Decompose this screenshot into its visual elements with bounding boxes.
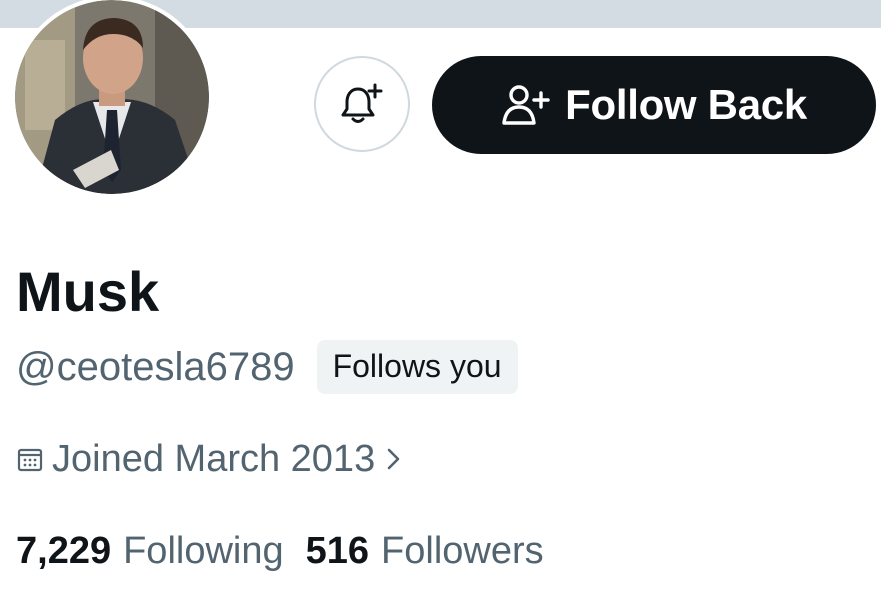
followers-link[interactable]: 516 Followers [306, 532, 544, 570]
bell-plus-icon [341, 83, 383, 123]
avatar[interactable] [11, 0, 213, 198]
follow-stats: 7,229 Following 516 Followers [16, 532, 544, 570]
follow-back-button[interactable]: Follow Back [432, 56, 876, 154]
avatar-photo [15, 0, 209, 194]
display-name: Musk [16, 260, 160, 323]
handle-row: @ceotesla6789 Follows you [16, 340, 518, 394]
joined-date: Joined March 2013 [52, 438, 376, 480]
calendar-icon [17, 448, 43, 472]
following-link[interactable]: 7,229 Following [16, 532, 284, 570]
notify-button[interactable] [314, 56, 410, 152]
profile-page: Follow Back Musk @ceotesla6789 Follows y… [0, 0, 881, 600]
following-count: 7,229 [16, 530, 112, 572]
chevron-right-icon [387, 448, 400, 470]
following-label: Following [123, 530, 284, 572]
joined-date-link[interactable]: Joined March 2013 [16, 440, 405, 478]
follows-you-badge: Follows you [316, 340, 518, 394]
followers-label: Followers [381, 530, 544, 572]
person-plus-icon [502, 85, 550, 125]
user-handle: @ceotesla6789 [16, 345, 295, 389]
follow-back-label: Follow Back [565, 81, 807, 128]
followers-count: 516 [305, 530, 370, 572]
